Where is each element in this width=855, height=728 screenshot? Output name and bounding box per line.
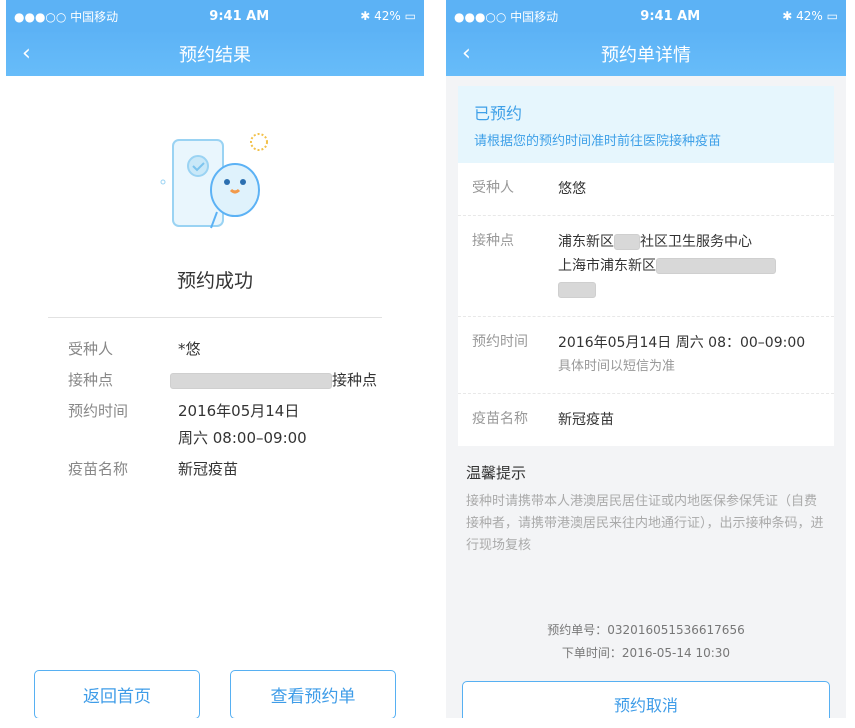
status-description: 请根据您的预约时间准时前往医院接种疫苗 bbox=[474, 134, 722, 149]
battery-label: ✱ 42% ▭ bbox=[360, 9, 416, 23]
divider bbox=[48, 317, 382, 318]
vaccine-row: 疫苗名称 新冠疫苗 bbox=[458, 394, 834, 446]
vaccine-label: 疫苗名称 bbox=[472, 411, 528, 427]
page-title: 预约单详情 bbox=[601, 45, 691, 66]
back-home-button[interactable]: 返回首页 bbox=[34, 670, 200, 718]
recipient-row: 受种人 *悠 bbox=[6, 336, 424, 363]
site-row: 接种点 浦东新区 社区卫生服务中心 上海市浦东新区 bbox=[458, 216, 834, 317]
status-banner: 已预约 请根据您的预约时间准时前往医院接种疫苗 bbox=[458, 86, 834, 163]
time-value: 2016年05月14日 周六 08:00–09:00 bbox=[178, 402, 307, 447]
carrier-label: ●●●○○ 中国移动 bbox=[454, 9, 559, 24]
clock: 9:41 AM bbox=[640, 8, 701, 24]
time-row: 预约时间 2016年05月14日 周六 08:00–09:00 bbox=[6, 398, 424, 452]
redacted-block bbox=[656, 258, 776, 274]
site-label: 接种点 bbox=[68, 371, 114, 389]
recipient-label: 受种人 bbox=[472, 180, 514, 196]
order-info: 预约单号：032016051536617656 下单时间：2016-05-14 … bbox=[446, 619, 846, 665]
vaccine-value: 新冠疫苗 bbox=[558, 412, 614, 428]
back-chevron-icon[interactable]: ‹ bbox=[462, 41, 482, 66]
tips-title: 温馨提示 bbox=[466, 464, 527, 482]
status-title: 已预约 bbox=[474, 104, 523, 123]
redacted-block bbox=[614, 234, 640, 250]
vaccine-value: 新冠疫苗 bbox=[178, 460, 239, 478]
right-screen: ●●●○○ 中国移动 9:41 AM ✱ 42% ▭ ‹ 预约单详情 已预约 请… bbox=[446, 0, 846, 718]
site-value: 接种点 bbox=[170, 367, 377, 394]
nav-bar: ‹ 预约结果 bbox=[6, 32, 424, 76]
success-title: 预约成功 bbox=[176, 270, 253, 292]
detail-card: 受种人 悠悠 接种点 浦东新区 社区卫生服务中心 上海市浦东新区 预约时间 201… bbox=[458, 163, 834, 446]
time-label: 预约时间 bbox=[472, 334, 528, 350]
mascot-phone-icon bbox=[160, 133, 268, 229]
back-chevron-icon[interactable]: ‹ bbox=[22, 41, 42, 66]
nav-bar: ‹ 预约单详情 bbox=[446, 32, 846, 76]
view-appointment-button[interactable]: 查看预约单 bbox=[230, 670, 396, 718]
status-bar: ●●●○○ 中国移动 9:41 AM ✱ 42% ▭ bbox=[6, 0, 424, 32]
site-label: 接种点 bbox=[472, 233, 514, 249]
tips-body: 接种时请携带本人港澳居民居住证或内地医保参保凭证（自费接种者，请携带港澳居民来往… bbox=[466, 494, 824, 553]
redacted-block bbox=[558, 282, 596, 298]
cancel-appointment-button[interactable]: 预约取消 bbox=[462, 681, 830, 718]
recipient-label: 受种人 bbox=[68, 340, 114, 358]
time-value: 2016年05月14日 周六 08：00–09:00 具体时间以短信为准 bbox=[558, 335, 806, 374]
page-title: 预约结果 bbox=[179, 45, 251, 66]
recipient-value: 悠悠 bbox=[558, 181, 586, 197]
time-label: 预约时间 bbox=[68, 402, 129, 420]
clock: 9:41 AM bbox=[209, 8, 270, 24]
status-bar: ●●●○○ 中国移动 9:41 AM ✱ 42% ▭ bbox=[446, 0, 846, 32]
time-row: 预约时间 2016年05月14日 周六 08：00–09:00 具体时间以短信为… bbox=[458, 317, 834, 394]
battery-label: ✱ 42% ▭ bbox=[782, 9, 838, 23]
site-row: 接种点 接种点 bbox=[6, 367, 424, 394]
redacted-block bbox=[170, 372, 332, 389]
recipient-value: *悠 bbox=[178, 340, 201, 358]
site-value: 浦东新区 社区卫生服务中心 上海市浦东新区 bbox=[558, 230, 820, 302]
left-screen: ●●●○○ 中国移动 9:41 AM ✱ 42% ▭ ‹ 预约结果 预约成功 受… bbox=[6, 0, 424, 718]
order-time: 下单时间：2016-05-14 10:30 bbox=[561, 646, 731, 660]
carrier-label: ●●●○○ 中国移动 bbox=[14, 9, 119, 24]
action-buttons: 返回首页 查看预约单 bbox=[6, 670, 424, 718]
vaccine-row: 疫苗名称 新冠疫苗 bbox=[6, 456, 424, 483]
recipient-row: 受种人 悠悠 bbox=[458, 163, 834, 216]
vaccine-label: 疫苗名称 bbox=[68, 460, 129, 478]
order-number: 预约单号：032016051536617656 bbox=[547, 623, 745, 637]
